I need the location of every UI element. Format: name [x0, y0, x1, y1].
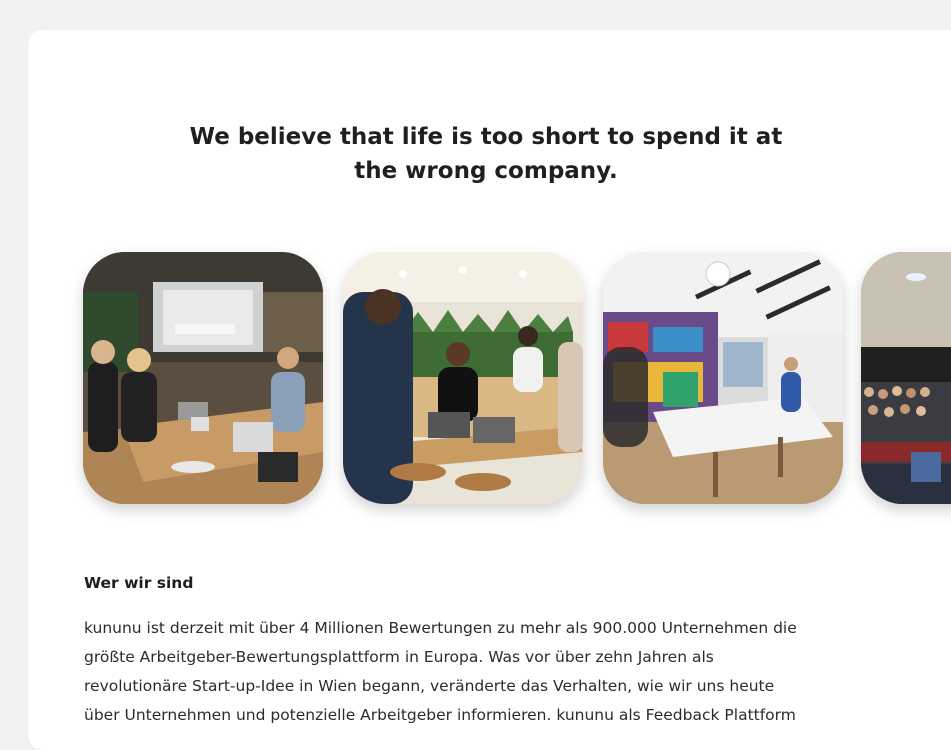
section-title-wer-wir-sind: Wer wir sind	[84, 574, 194, 592]
open-office-photo	[343, 252, 583, 504]
page-headline: We believe that life is too short to spe…	[28, 120, 944, 188]
headline-line-1: We believe that life is too short to spe…	[189, 124, 783, 150]
paragraph-line: kununu ist derzeit mit über 4 Millionen …	[84, 619, 797, 637]
table-tennis-room-photo	[603, 252, 843, 504]
about-paragraph: kununu ist derzeit mit über 4 Millionen …	[84, 614, 914, 730]
headline-line-2: the wrong company.	[354, 158, 618, 184]
event-audience-photo	[861, 252, 951, 504]
paragraph-line: revolutionäre Start-up-Idee in Wien bega…	[84, 677, 775, 695]
paragraph-line: größte Arbeitgeber-Bewertungsplattform i…	[84, 648, 714, 666]
meeting-room-photo	[83, 252, 323, 504]
about-card: We believe that life is too short to spe…	[28, 30, 951, 750]
paragraph-line: über Unternehmen und potenzielle Arbeitg…	[84, 706, 796, 724]
